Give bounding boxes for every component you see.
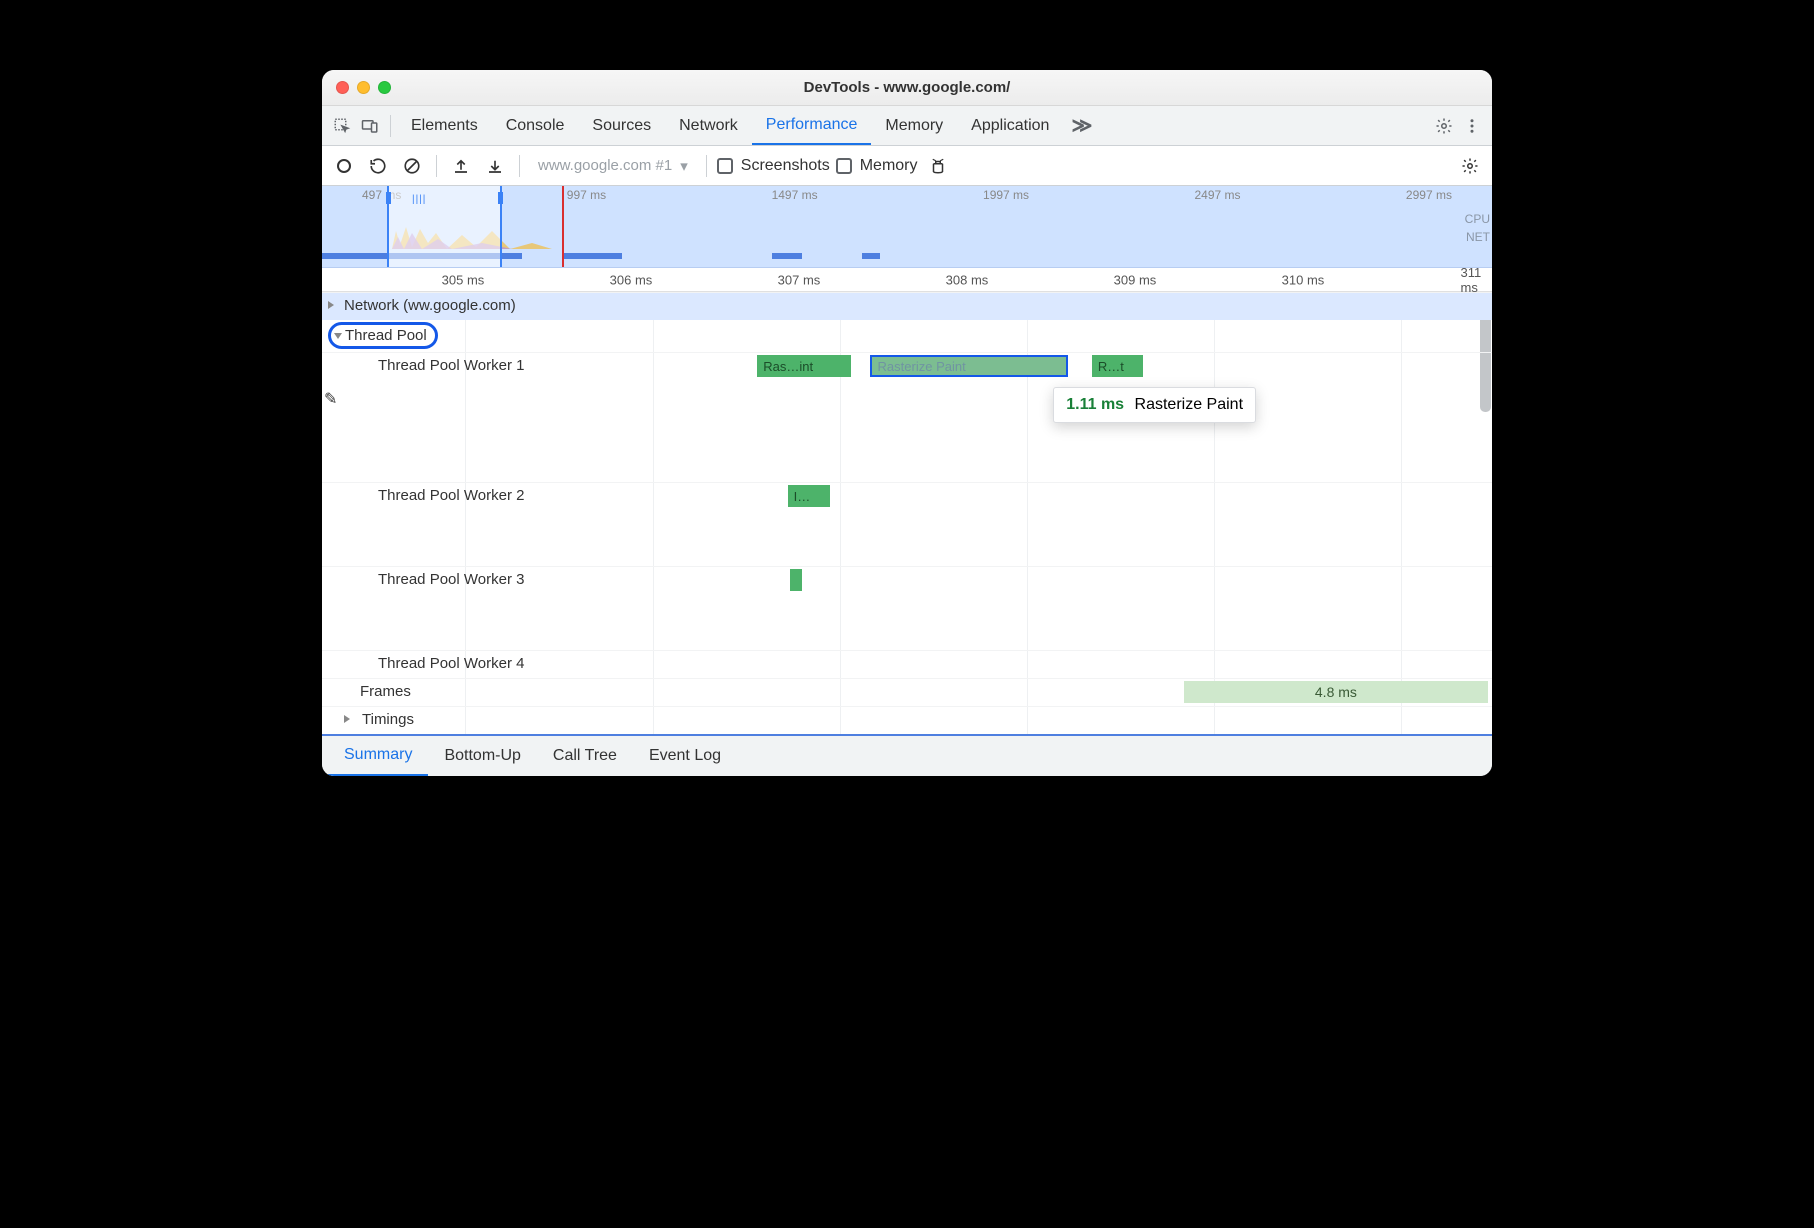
clear-button[interactable] xyxy=(398,152,426,180)
tab-network[interactable]: Network xyxy=(665,106,752,145)
record-button[interactable] xyxy=(330,152,358,180)
screenshots-checkbox[interactable]: Screenshots xyxy=(717,157,830,175)
time-ruler[interactable]: 305 ms 306 ms 307 ms 308 ms 309 ms 310 m… xyxy=(322,268,1492,292)
tooltip-name: Rasterize Paint xyxy=(1135,396,1244,413)
overview-selection[interactable] xyxy=(387,186,502,267)
btab-event-log[interactable]: Event Log xyxy=(633,736,737,776)
tab-application[interactable]: Application xyxy=(957,106,1063,145)
reload-record-button[interactable] xyxy=(364,152,392,180)
worker-3-row[interactable]: Thread Pool Worker 3 xyxy=(322,566,1492,650)
task-rasterize-paint-selected[interactable]: Rasterize Paint xyxy=(870,355,1069,377)
kebab-menu-icon[interactable] xyxy=(1458,117,1486,135)
task-image-decode[interactable]: I… xyxy=(788,485,830,507)
tab-console[interactable]: Console xyxy=(492,106,579,145)
worker-1-label: Thread Pool Worker 1 xyxy=(378,357,524,374)
chevron-down-icon xyxy=(334,333,342,339)
worker-2-row[interactable]: Thread Pool Worker 2 I… xyxy=(322,482,1492,566)
window-title: DevTools - www.google.com/ xyxy=(322,79,1492,96)
tab-memory[interactable]: Memory xyxy=(871,106,957,145)
threadpool-label: Thread Pool xyxy=(345,327,427,344)
network-track-label: Network (ww.google.com) xyxy=(344,297,516,314)
perf-toolbar: www.google.com #1 ▾ Screenshots Memory xyxy=(322,146,1492,186)
download-profile-button[interactable] xyxy=(481,152,509,180)
threadpool-track-header[interactable]: Thread Pool xyxy=(322,320,1492,352)
memory-checkbox[interactable]: Memory xyxy=(836,157,918,175)
titlebar: DevTools - www.google.com/ xyxy=(322,70,1492,106)
inspect-element-icon[interactable] xyxy=(328,117,356,135)
tabs-overflow-button[interactable]: ≫ xyxy=(1063,113,1100,138)
threadpool-highlight-ring: Thread Pool xyxy=(328,322,438,349)
capture-settings-gear-icon[interactable] xyxy=(1456,152,1484,180)
network-track-header[interactable]: Network (ww.google.com) xyxy=(322,292,1492,320)
upload-profile-button[interactable] xyxy=(447,152,475,180)
task-rasterize-paint-3[interactable]: R…t xyxy=(1092,355,1143,377)
garbage-collect-button[interactable] xyxy=(924,152,952,180)
worker-3-label: Thread Pool Worker 3 xyxy=(378,571,524,588)
chevron-down-icon: ▾ xyxy=(680,157,688,175)
overview-side-labels: CPU NET xyxy=(1465,210,1490,246)
tab-performance[interactable]: Performance xyxy=(752,106,872,145)
profile-selector[interactable]: www.google.com #1 ▾ xyxy=(530,155,696,177)
task-tooltip: 1.11 ms Rasterize Paint xyxy=(1053,387,1256,423)
chevron-right-icon xyxy=(328,301,334,309)
timeline-overview[interactable]: 497 ms 997 ms 1497 ms 1997 ms 2497 ms 29… xyxy=(322,186,1492,268)
flame-chart[interactable]: Network (ww.google.com) Thread Pool ✎ Th… xyxy=(322,292,1492,734)
settings-gear-icon[interactable] xyxy=(1430,117,1458,135)
devtools-window: DevTools - www.google.com/ Elements Cons… xyxy=(322,70,1492,776)
chevron-right-icon xyxy=(344,715,350,723)
frames-label: Frames xyxy=(360,683,411,700)
profile-name: www.google.com #1 xyxy=(538,157,672,174)
selection-handles-icon[interactable]: |||| xyxy=(412,194,426,205)
timings-track-header[interactable]: Timings xyxy=(322,706,1492,734)
worker-2-label: Thread Pool Worker 2 xyxy=(378,487,524,504)
frame-bar[interactable]: 4.8 ms xyxy=(1184,681,1488,703)
task-rasterize-paint-1[interactable]: Ras…int xyxy=(757,355,851,377)
worker-4-row[interactable]: Thread Pool Worker 4 xyxy=(322,650,1492,678)
btab-call-tree[interactable]: Call Tree xyxy=(537,736,633,776)
task-tiny[interactable] xyxy=(790,569,802,591)
overview-marker xyxy=(562,186,564,267)
frames-track[interactable]: Frames 4.8 ms xyxy=(322,678,1492,706)
tooltip-duration: 1.11 ms xyxy=(1066,396,1124,413)
panel-tabs: Elements Console Sources Network Perform… xyxy=(322,106,1492,146)
btab-bottom-up[interactable]: Bottom-Up xyxy=(428,736,536,776)
btab-summary[interactable]: Summary xyxy=(328,736,428,776)
tab-sources[interactable]: Sources xyxy=(578,106,665,145)
worker-4-label: Thread Pool Worker 4 xyxy=(378,655,524,672)
edit-track-icon[interactable]: ✎ xyxy=(324,389,337,409)
timings-label: Timings xyxy=(362,711,414,728)
tab-elements[interactable]: Elements xyxy=(397,106,492,145)
device-toolbar-icon[interactable] xyxy=(356,117,384,135)
worker-1-row[interactable]: ✎ Thread Pool Worker 1 Ras…int Rasterize… xyxy=(322,352,1492,482)
details-tabs: Summary Bottom-Up Call Tree Event Log xyxy=(322,734,1492,776)
